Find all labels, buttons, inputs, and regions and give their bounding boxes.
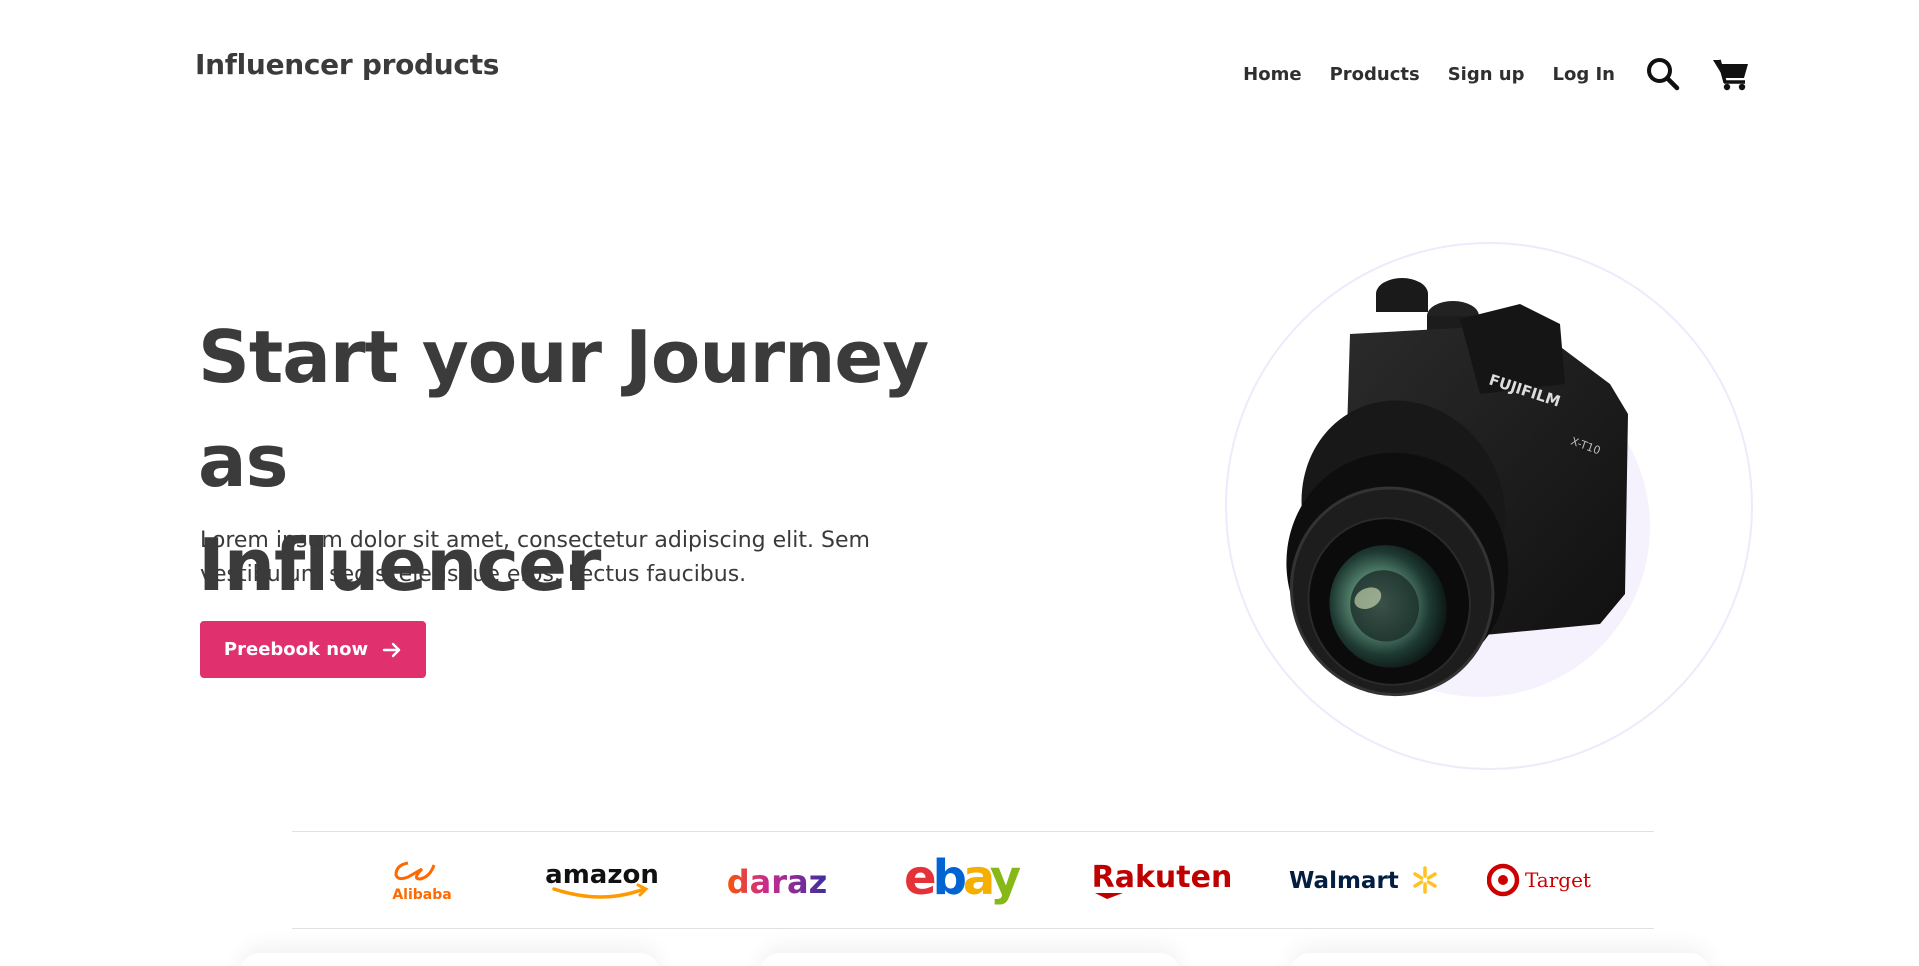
- svg-text:Target: Target: [1525, 868, 1591, 892]
- main-nav: Home Products Sign up Log In: [1243, 54, 1751, 94]
- nav-login[interactable]: Log In: [1553, 64, 1616, 85]
- hero-subtitle: Lorem ipsum dolor sit amet, consectetur …: [200, 524, 920, 592]
- brand-logo[interactable]: Influencer products: [195, 48, 499, 81]
- partner-logo-alibaba[interactable]: Alibaba: [362, 832, 482, 928]
- prebook-button[interactable]: Preebook now: [200, 621, 426, 678]
- hero-title-line1: Start your Journey as: [198, 315, 929, 503]
- product-card-peek: [760, 953, 1180, 966]
- partner-logo-target[interactable]: Target: [1462, 832, 1632, 928]
- hero-subtitle-line2: vestibulum sed scelerisque eros. Lectus …: [200, 562, 747, 587]
- prebook-button-label: Preebook now: [223, 639, 369, 660]
- landing-page: Influencer products Home Products Sign u…: [0, 0, 1919, 966]
- partner-logo-amazon[interactable]: amazon: [512, 832, 692, 928]
- search-icon[interactable]: [1643, 54, 1683, 94]
- camera-image: FUJIFILM X-T10: [1286, 278, 1628, 697]
- cart-icon[interactable]: [1711, 54, 1751, 94]
- svg-text:daraz: daraz: [727, 863, 828, 901]
- partner-logo-walmart[interactable]: Walmart: [1262, 832, 1462, 928]
- svg-text:Rakuten: Rakuten: [1092, 860, 1233, 895]
- product-card-peek: [240, 953, 660, 966]
- partner-logo-ebay[interactable]: ebay: [862, 832, 1062, 928]
- svg-text:Walmart: Walmart: [1289, 868, 1399, 894]
- hero-visual: FUJIFILM X-T10: [1225, 242, 1753, 770]
- hero-subtitle-line1: Lorem ipsum dolor sit amet, consectetur …: [200, 528, 870, 553]
- arrow-right-icon: [382, 642, 401, 657]
- partner-logo-daraz[interactable]: daraz: [692, 832, 862, 928]
- svg-text:ebay: ebay: [904, 850, 1021, 906]
- svg-text:Alibaba: Alibaba: [392, 887, 451, 903]
- partner-logo-rakuten[interactable]: Rakuten: [1062, 832, 1262, 928]
- nav-signup[interactable]: Sign up: [1448, 64, 1525, 85]
- nav-products[interactable]: Products: [1330, 64, 1420, 85]
- nav-home[interactable]: Home: [1243, 64, 1301, 85]
- partners-strip: Alibaba amazon daraz ebay Rakuten Walmar…: [292, 831, 1654, 929]
- product-card-peek: [1290, 953, 1710, 966]
